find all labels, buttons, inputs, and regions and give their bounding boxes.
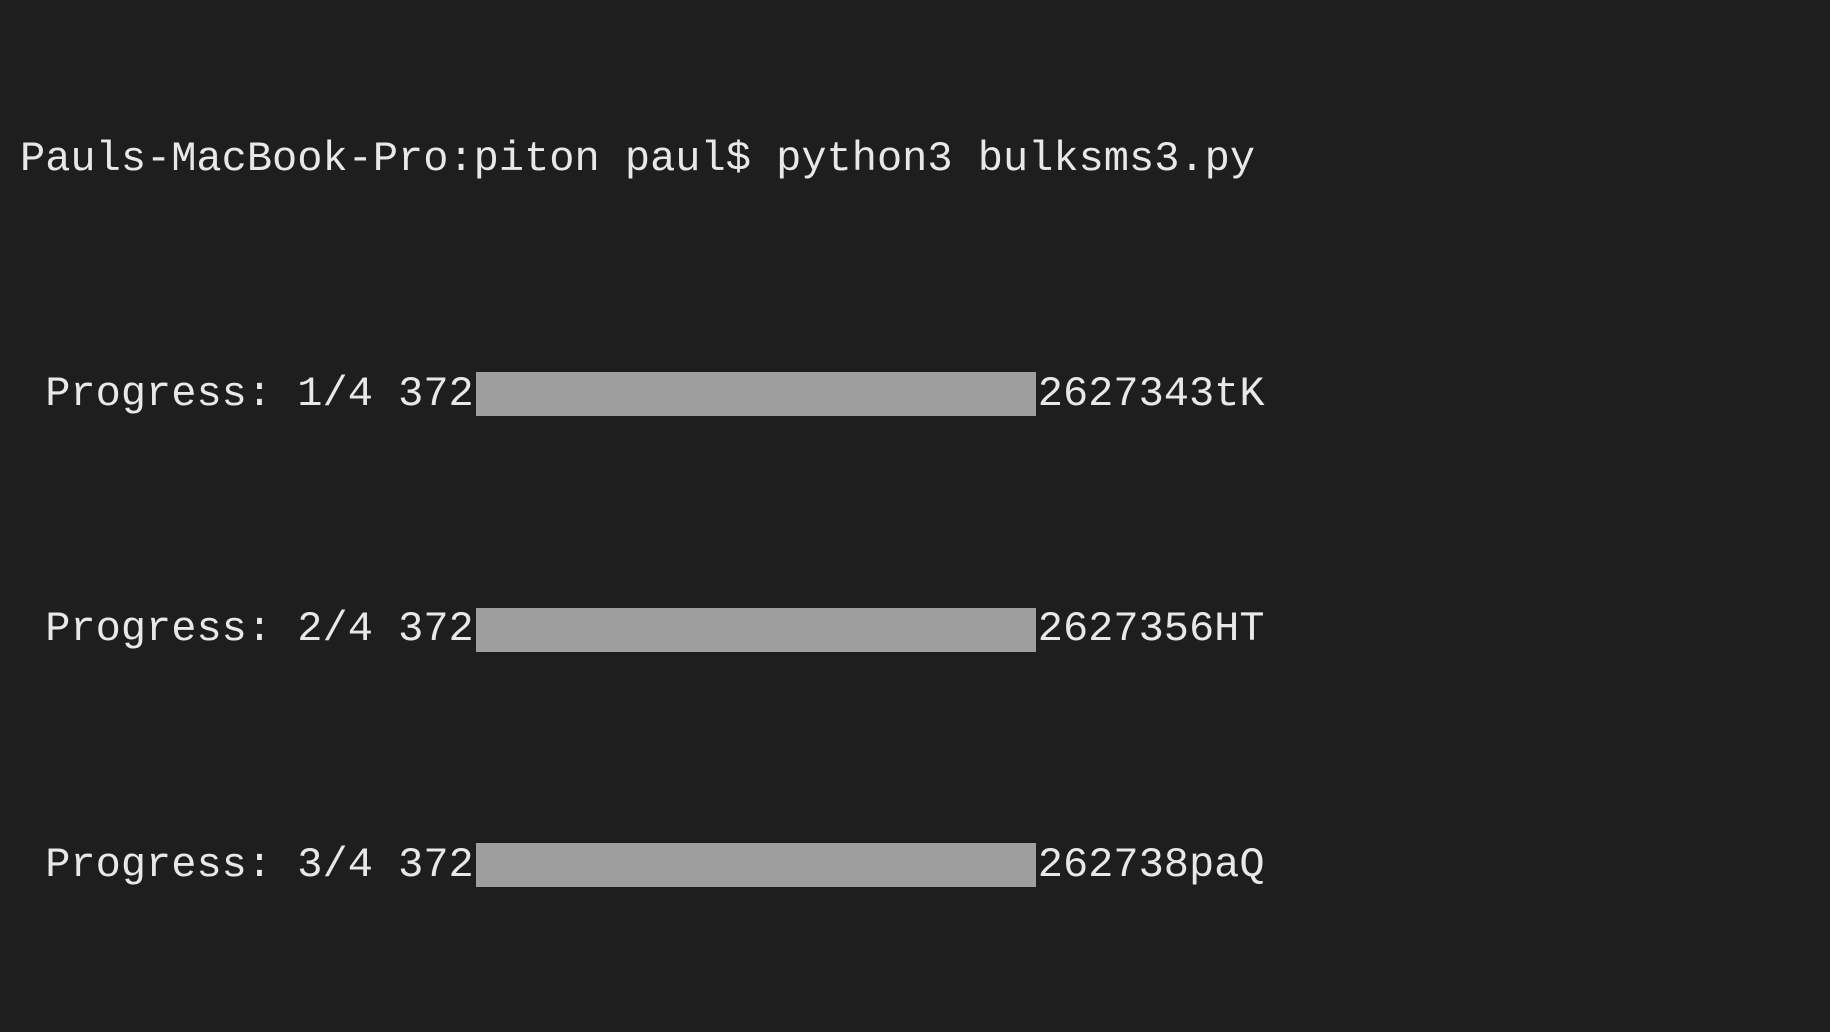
- progress-label: Progress:: [45, 365, 272, 424]
- progress-label: Progress:: [45, 600, 272, 659]
- progress-prefix: 372: [398, 365, 474, 424]
- shell-prompt: Pauls-MacBook-Pro:piton paul$: [20, 130, 751, 189]
- redacted-block: [476, 372, 1036, 416]
- command-text: python3 bulksms3.py: [776, 130, 1255, 189]
- redacted-block: [476, 843, 1036, 887]
- progress-label: Progress:: [45, 836, 272, 895]
- progress-row: Progress: 3/4 372 262738paQ: [20, 836, 1810, 895]
- progress-prefix: 372: [398, 600, 474, 659]
- progress-row: Progress: 1/4 372 2627343tK: [20, 365, 1810, 424]
- command-line: Pauls-MacBook-Pro:piton paul$ python3 bu…: [20, 130, 1810, 189]
- terminal-output[interactable]: Pauls-MacBook-Pro:piton paul$ python3 bu…: [20, 12, 1810, 1032]
- progress-counter: 1/4: [297, 365, 373, 424]
- progress-suffix: 2627356HT: [1038, 600, 1265, 659]
- progress-suffix: 2627343tK: [1038, 365, 1265, 424]
- redacted-block: [476, 608, 1036, 652]
- progress-counter: 3/4: [297, 836, 373, 895]
- progress-counter: 2/4: [297, 600, 373, 659]
- progress-prefix: 372: [398, 836, 474, 895]
- progress-suffix: 262738paQ: [1038, 836, 1265, 895]
- progress-row: Progress: 2/4 372 2627356HT: [20, 600, 1810, 659]
